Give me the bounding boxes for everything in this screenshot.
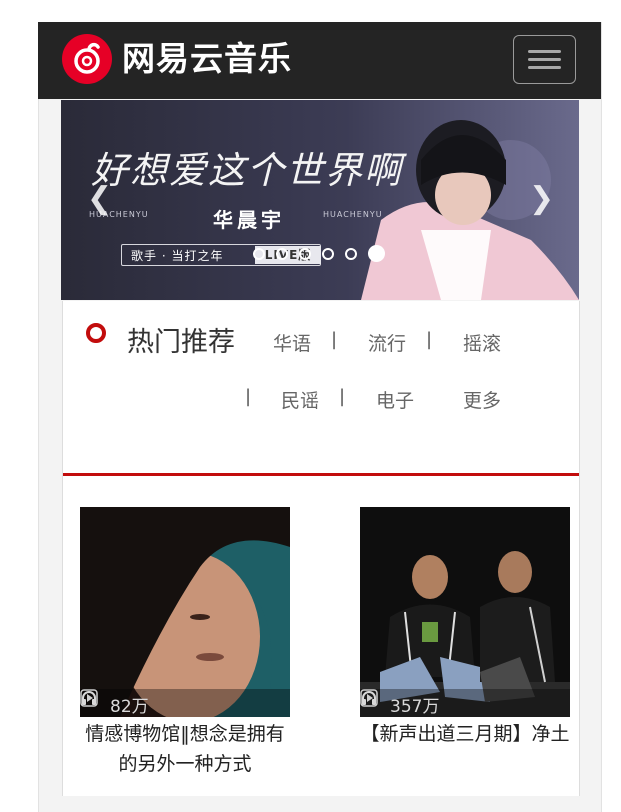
category-electronic[interactable]: 电子 (376, 386, 414, 413)
banner-tag: 歌手 · 当打之年 (131, 249, 224, 263)
playlist-card[interactable]: 82万 情感博物馆‖想念是拥有的另外一种方式 (80, 507, 290, 779)
hamburger-icon-bar (528, 58, 561, 61)
category-rock[interactable]: 摇滚 (463, 329, 501, 356)
play-count: 82万 (110, 697, 149, 717)
carousel-dot-active[interactable] (368, 245, 385, 262)
play-icon[interactable] (80, 689, 98, 707)
category-folk[interactable]: 民谣 (281, 386, 319, 413)
playlist-cover-image (360, 507, 570, 717)
category-separator: | (331, 329, 338, 350)
banner-carousel[interactable]: 好想爱这个世界啊 HUACHENYU 华晨宇 HUACHENYU 歌手 · 当打… (61, 100, 579, 300)
playlist-cover[interactable]: 82万 (80, 507, 290, 717)
hot-recommend-title: 热门推荐 (127, 327, 235, 358)
carousel-dot[interactable] (276, 248, 288, 260)
hot-recommend-icon (86, 323, 106, 343)
category-separator: | (426, 329, 433, 350)
playlist-card[interactable]: 357万 【新声出道三月期】净土 (360, 507, 570, 749)
carousel-dot[interactable] (345, 248, 357, 260)
section-divider (63, 473, 579, 476)
hamburger-icon (528, 50, 561, 53)
play-count: 357万 (390, 697, 440, 717)
carousel-dot[interactable] (299, 248, 311, 260)
brand-name[interactable]: 网易云音乐 (122, 38, 292, 80)
playlist-title[interactable]: 【新声出道三月期】净土 (360, 719, 570, 749)
netease-music-logo-icon[interactable] (62, 34, 112, 84)
play-info-bar: 82万 (80, 689, 290, 717)
more-link[interactable]: 更多 (463, 386, 501, 413)
playlist-cover-image (80, 507, 290, 717)
chevron-right-icon[interactable]: ❯ (529, 184, 554, 214)
top-navbar: 网易云音乐 (38, 22, 601, 99)
category-separator: | (339, 386, 346, 407)
carousel-dot[interactable] (322, 248, 334, 260)
carousel-dot[interactable] (253, 248, 265, 260)
play-icon[interactable] (360, 689, 378, 707)
menu-toggle-button[interactable] (513, 35, 576, 84)
banner-image (61, 100, 579, 300)
hamburger-icon-bar (528, 66, 561, 69)
hot-recommend-section: 热门推荐 华语 | 流行 | 摇滚 | 民谣 | 电子 更多 82万 情感博物馆… (62, 301, 580, 796)
play-info-bar: 357万 (360, 689, 570, 717)
chevron-left-icon[interactable]: ❮ (87, 184, 112, 214)
playlist-title[interactable]: 情感博物馆‖想念是拥有的另外一种方式 (80, 719, 290, 779)
category-chinese[interactable]: 华语 (273, 329, 311, 356)
banner-artist: 华晨宇 (213, 208, 285, 232)
banner-pinyin-right: HUACHENYU (323, 210, 383, 219)
playlist-cover[interactable]: 357万 (360, 507, 570, 717)
banner-title: 好想爱这个世界啊 (91, 149, 403, 192)
category-separator: | (245, 386, 252, 407)
category-pop[interactable]: 流行 (368, 329, 406, 356)
